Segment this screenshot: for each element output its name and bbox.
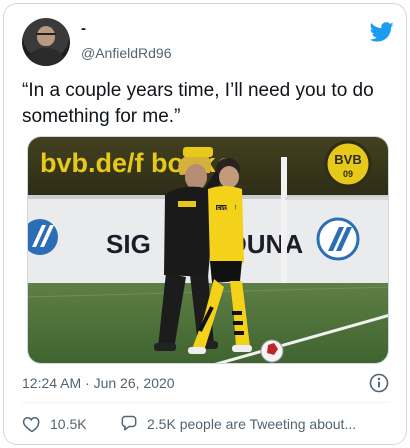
info-icon[interactable] — [369, 373, 389, 393]
conversation-text: 2.5K people are Tweeting about... — [147, 416, 357, 432]
like-button[interactable]: 10.5K — [22, 414, 87, 434]
avatar[interactable] — [22, 18, 70, 66]
author-handle[interactable]: @AnfieldRd96 — [81, 45, 172, 61]
tweet-text: “In a couple years time, I’ll need you t… — [22, 80, 374, 127]
football — [260, 339, 284, 363]
badge-subtext: 09 — [343, 169, 353, 179]
like-count: 10.5K — [50, 416, 87, 432]
speech-bubble-icon — [121, 415, 137, 431]
tweet-header: - @AnfieldRd96 — [22, 18, 394, 68]
author-display-name[interactable]: - — [81, 20, 86, 37]
divider — [22, 402, 390, 403]
twitter-bird-icon[interactable] — [370, 22, 394, 42]
conversation-link[interactable]: 2.5K people are Tweeting about... — [119, 414, 356, 434]
tweet-photo[interactable]: bvb.de/f book BVB 09 SIG DUNA EVONIK — [27, 136, 389, 364]
tweet-timestamp[interactable]: 12:24 AM · Jun 26, 2020 — [22, 375, 175, 391]
badge-text: BVB — [334, 152, 361, 167]
heart-icon — [22, 416, 40, 433]
tweet-actions: 10.5K 2.5K people are Tweeting about... — [22, 414, 394, 436]
sponsor-left-text: SIG — [106, 229, 151, 259]
tweet-card[interactable]: - @AnfieldRd96 “In a couple years time, … — [3, 3, 407, 445]
